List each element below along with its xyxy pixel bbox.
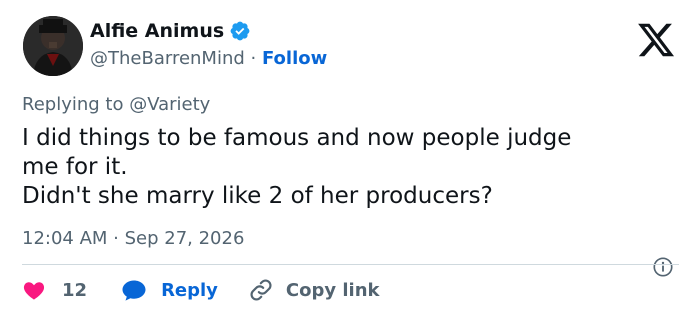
reply-label: Reply [161,279,218,301]
author-row: Alfie Animus [90,20,251,42]
link-icon [250,279,272,301]
replying-to: Replying to @Variety [22,94,210,115]
x-logo-icon[interactable] [636,20,676,60]
like-button[interactable]: 12 [22,278,87,302]
copy-link-button[interactable]: Copy link [248,277,380,303]
author-handle[interactable]: @TheBarrenMind [90,48,245,69]
divider [22,264,679,265]
verified-badge-icon [229,20,251,42]
tweet-text-line: I did things to be famous and now people… [22,125,572,151]
author-name[interactable]: Alfie Animus [90,20,224,42]
tweet-text-line: Didn't she marry like 2 of her producers… [22,183,493,209]
avatar[interactable] [23,16,83,76]
like-count: 12 [62,279,88,301]
avatar-image [23,16,83,76]
separator-dot: · [244,48,262,69]
timestamp[interactable]: 12:04 AM · Sep 27, 2026 [22,228,244,249]
tweet-text: I did things to be famous and now people… [22,124,662,211]
replying-to-mention[interactable]: @Variety [129,94,210,115]
action-bar: 12 Reply Copy link [22,276,380,304]
heart-icon [23,282,45,300]
follow-button[interactable]: Follow [262,48,327,69]
replying-to-prefix: Replying to [22,94,130,115]
copy-link-label: Copy link [285,279,380,301]
reply-bubble-icon [122,280,146,301]
reply-button[interactable]: Reply [121,278,218,302]
tweet-text-line: me for it. [22,154,128,180]
info-icon[interactable] [652,256,674,278]
handle-row: @TheBarrenMind · Follow [90,48,327,69]
